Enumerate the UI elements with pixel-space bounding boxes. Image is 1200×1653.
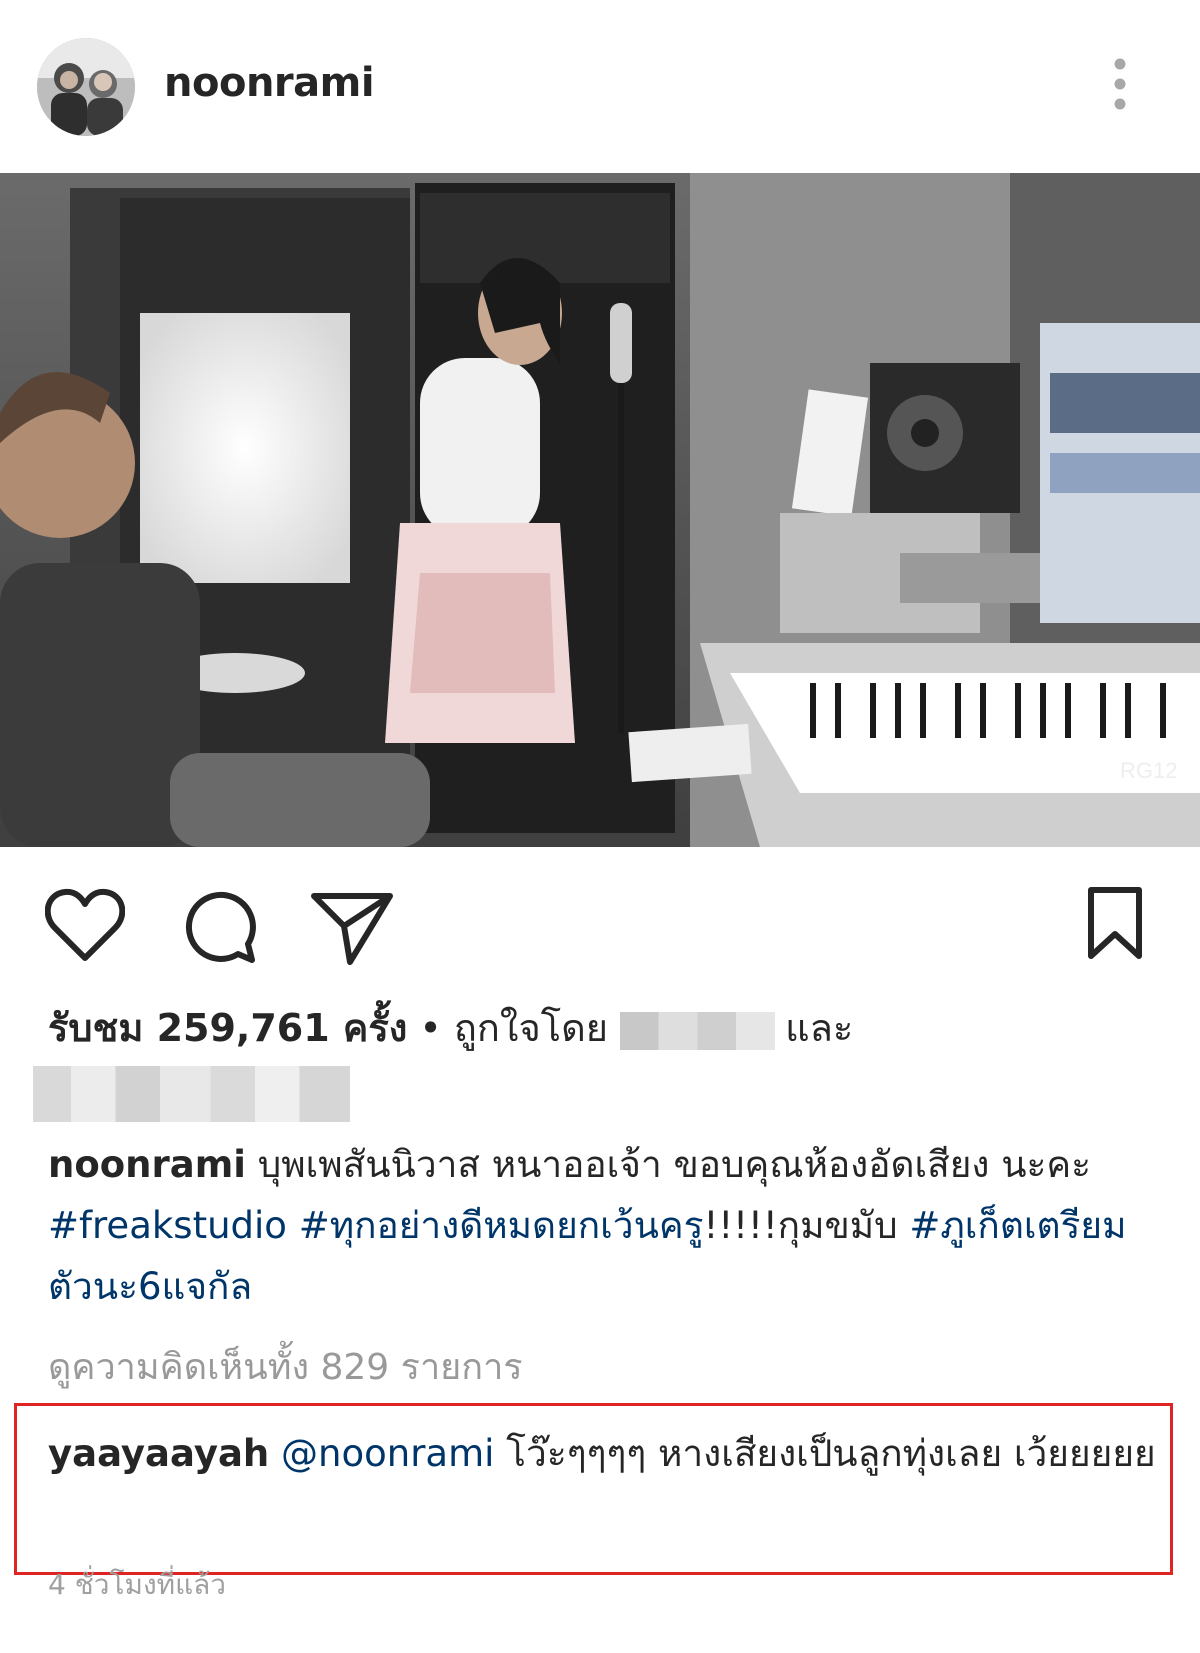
more-options-button[interactable]	[1098, 56, 1142, 120]
caption-text-2: !!!!!กุมขมับ	[703, 1204, 910, 1247]
post-caption: noonrami บุพเพสันนิวาส หนาออเจ้า ขอบคุณห…	[48, 1134, 1168, 1317]
profile-avatar[interactable]	[37, 38, 135, 136]
blurred-username-2	[33, 1066, 350, 1122]
blurred-username	[620, 1011, 776, 1050]
studio-photo-illustration: RG12	[0, 173, 1200, 847]
speech-bubble-icon	[185, 891, 256, 963]
save-button[interactable]	[1085, 886, 1145, 964]
view-count[interactable]: รับชม 259,761 ครั้ง	[48, 1006, 407, 1050]
bookmark-outline-icon	[1088, 887, 1142, 959]
heart-outline-icon	[44, 888, 126, 961]
views-and-likes: รับชม 259,761 ครั้ง • ถูกใจโดย และ	[48, 1000, 1168, 1056]
hashtag-freakstudio[interactable]: #freakstudio	[48, 1204, 287, 1247]
caption-username[interactable]: noonrami	[48, 1143, 246, 1186]
highlight-box	[14, 1403, 1173, 1575]
and-label: และ	[785, 1006, 854, 1050]
photo-watermark: RG12	[1120, 758, 1177, 783]
post-username[interactable]: noonrami	[164, 60, 375, 106]
comment-button[interactable]	[180, 886, 260, 970]
vertical-dots-icon	[1114, 58, 1126, 110]
post-photo[interactable]: RG12	[0, 173, 1200, 847]
action-bar	[0, 870, 1200, 980]
post-timestamp: 4 ชั่วโมงที่แล้ว	[48, 1568, 226, 1601]
share-button[interactable]	[310, 890, 394, 970]
paper-plane-icon	[311, 893, 393, 965]
post-header: noonrami	[0, 0, 1200, 170]
caption-text-1: บุพเพสันนิวาส หนาออเจ้า ขอบคุณห้องอัดเสี…	[245, 1143, 1092, 1186]
view-all-comments-link[interactable]: ดูความคิดเห็นทั้ง 829 รายการ	[48, 1338, 523, 1395]
caption-space	[287, 1204, 299, 1247]
avatar-image	[37, 38, 135, 136]
like-button[interactable]	[44, 888, 126, 966]
hashtag-2[interactable]: #ทุกอย่างดีหมดยกเว้นครู	[299, 1204, 704, 1247]
liked-by-label: • ถูกใจโดย	[407, 1006, 621, 1050]
